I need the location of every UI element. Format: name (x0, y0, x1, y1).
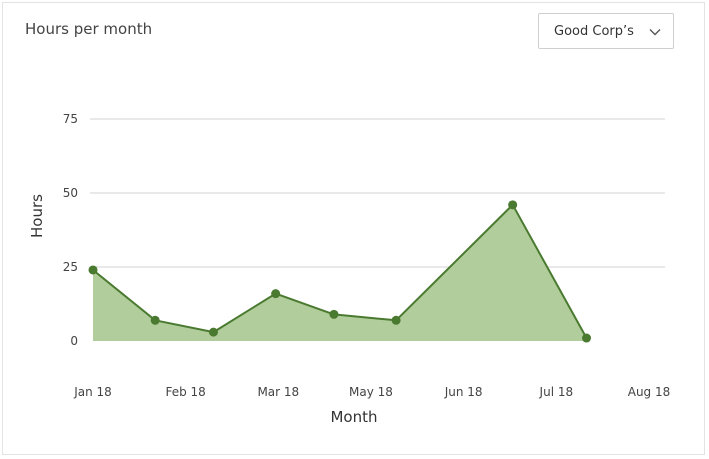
x-tick-label: Mar 18 (257, 385, 299, 399)
y-tick-label: 25 (63, 260, 78, 274)
data-point[interactable] (508, 200, 518, 210)
data-point[interactable] (582, 333, 592, 343)
data-point[interactable] (391, 315, 401, 325)
data-point[interactable] (208, 327, 218, 337)
data-point[interactable] (150, 315, 160, 325)
data-point[interactable] (329, 309, 339, 319)
x-tick-label: Jul 18 (539, 385, 574, 399)
y-tick-label: 50 (63, 186, 78, 200)
y-tick-label: 0 (70, 334, 78, 348)
x-tick-label: Jun 18 (444, 385, 483, 399)
x-tick-label: Feb 18 (165, 385, 205, 399)
x-tick-label: Aug 18 (628, 385, 671, 399)
y-axis-title: Hours (28, 194, 46, 238)
data-point[interactable] (88, 265, 98, 275)
data-point[interactable] (271, 289, 281, 299)
y-tick-label: 75 (63, 112, 78, 126)
x-tick-label: Jan 18 (73, 385, 112, 399)
series-area (93, 204, 587, 341)
area-chart: 0 25 50 75 Jan 18 Feb 18 Mar 18 May 18 Jun 18 Ju… (28, 112, 671, 426)
x-tick-label: May 18 (349, 385, 393, 399)
x-axis-title: Month (330, 408, 377, 426)
